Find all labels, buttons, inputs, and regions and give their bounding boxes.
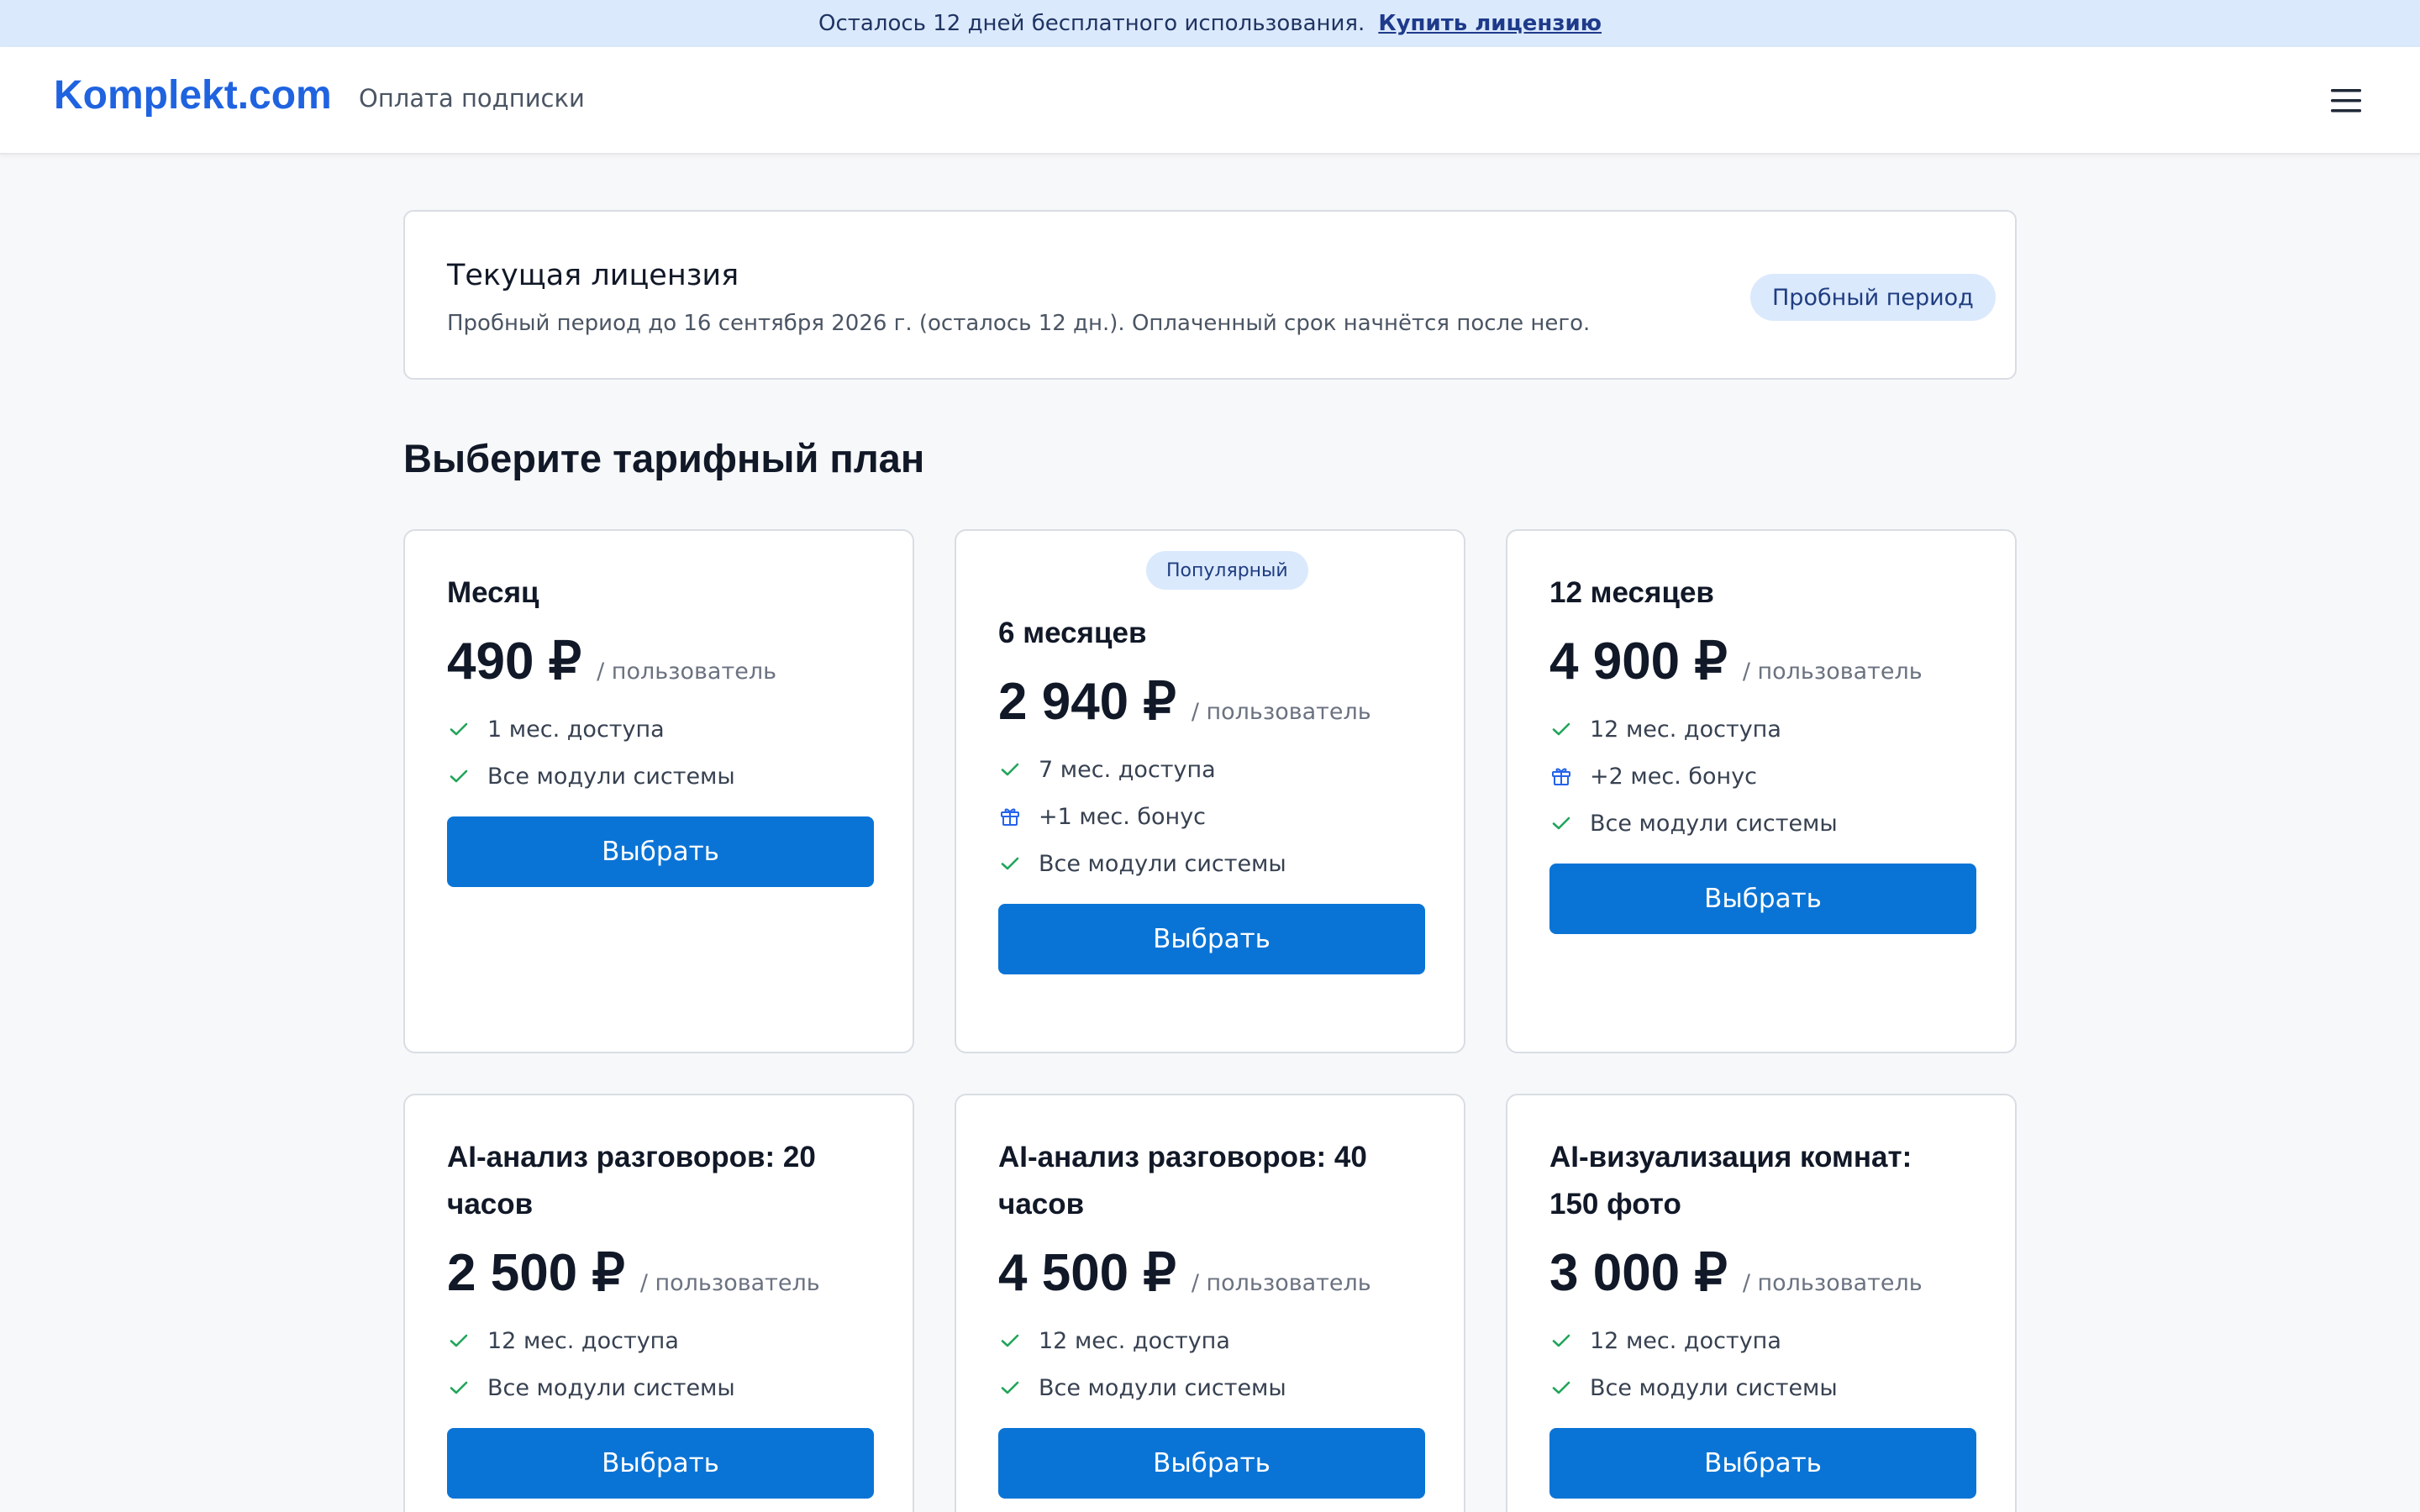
plan-price-unit: / пользователь: [639, 1270, 820, 1296]
feature-item: +2 мес. бонус: [1549, 753, 1973, 800]
license-title: Текущая лицензия: [447, 259, 739, 292]
check-icon: [998, 758, 1022, 781]
feature-item: 1 мес. доступа: [447, 706, 871, 753]
check-icon: [447, 1329, 471, 1352]
feature-item: 12 мес. доступа: [998, 1317, 1422, 1364]
plan-price: 2 500 ₽: [447, 1244, 625, 1302]
license-description: Пробный период до 16 сентября 2026 г. (о…: [447, 311, 1591, 336]
check-icon: [1549, 717, 1573, 741]
plan-features: 12 мес. доступа Все модули системы: [1549, 1317, 1973, 1411]
select-plan-ai-visualization-button[interactable]: Выбрать: [1549, 1428, 1976, 1499]
plan-features: 12 мес. доступа Все модули системы: [447, 1317, 871, 1411]
feature-item: 7 мес. доступа: [998, 746, 1422, 793]
plan-features: 1 мес. доступа Все модули системы: [447, 706, 871, 800]
plan-price-unit: / пользователь: [597, 659, 776, 685]
plan-price-unit: / пользователь: [1742, 1270, 1923, 1296]
trial-banner: Осталось 12 дней бесплатного использован…: [0, 0, 2420, 47]
feature-item: Все модули системы: [1549, 800, 1973, 847]
logo[interactable]: Komplekt.com: [54, 72, 332, 118]
check-icon: [998, 1376, 1022, 1399]
plan-card-6-months: Популярный 6 месяцев 2 940 ₽ / пользоват…: [955, 529, 1465, 1053]
feature-item: Все модули системы: [447, 1364, 871, 1411]
buy-license-link[interactable]: Купить лицензию: [1378, 11, 1602, 36]
select-plan-month-button[interactable]: Выбрать: [447, 816, 874, 887]
plan-name: 12 месяцев: [1549, 576, 1714, 609]
plan-price: 4 900 ₽: [1549, 633, 1728, 690]
feature-item: Все модули системы: [447, 753, 871, 800]
popular-badge: Популярный: [1146, 551, 1308, 590]
plan-name: AI-анализ разговоров: 20 часов: [447, 1141, 816, 1221]
trial-status-badge: Пробный период: [1750, 274, 1996, 321]
feature-item: 12 мес. доступа: [1549, 706, 1973, 753]
plan-price: 4 500 ₽: [998, 1244, 1176, 1302]
plan-features: 12 мес. доступа Все модули системы: [998, 1317, 1422, 1411]
hamburger-menu-icon[interactable]: [2326, 82, 2366, 119]
feature-item: +1 мес. бонус: [998, 793, 1422, 840]
plan-name: Месяц: [447, 576, 539, 609]
page-subtitle: Оплата подписки: [359, 84, 585, 113]
plan-card-month: Месяц 490 ₽ / пользователь 1 мес. доступ…: [403, 529, 914, 1053]
plan-price: 2 940 ₽: [998, 673, 1176, 731]
current-license-card: Текущая лицензия Пробный период до 16 се…: [403, 210, 2017, 380]
plan-name: AI-анализ разговоров: 40 часов: [998, 1141, 1367, 1221]
plan-features: 12 мес. доступа +2 мес. бонус Все модули…: [1549, 706, 1973, 847]
plan-name: 6 месяцев: [998, 617, 1147, 649]
header: Komplekt.com Оплата подписки: [0, 47, 2420, 155]
check-icon: [1549, 811, 1573, 835]
check-icon: [447, 1376, 471, 1399]
plan-card-12-months: 12 месяцев 4 900 ₽ / пользователь 12 мес…: [1506, 529, 2017, 1053]
gift-icon: [998, 805, 1022, 828]
feature-item: Все модули системы: [1549, 1364, 1973, 1411]
check-icon: [1549, 1329, 1573, 1352]
check-icon: [447, 764, 471, 788]
select-plan-ai-analysis-40-button[interactable]: Выбрать: [998, 1428, 1425, 1499]
plan-price-unit: / пользователь: [1191, 1270, 1371, 1296]
feature-item: Все модули системы: [998, 840, 1422, 887]
plan-card-ai-analysis-40: AI-анализ разговоров: 40 часов 4 500 ₽ /…: [955, 1094, 1465, 1512]
plans-section-title: Выберите тарифный план: [403, 436, 925, 480]
check-icon: [998, 1329, 1022, 1352]
plan-features: 7 мес. доступа +1 мес. бонус Все модули …: [998, 746, 1422, 887]
plan-price: 490 ₽: [447, 633, 582, 690]
select-plan-6-months-button[interactable]: Выбрать: [998, 904, 1425, 974]
plan-card-ai-visualization: AI-визуализация комнат: 150 фото 3 000 ₽…: [1506, 1094, 2017, 1512]
check-icon: [998, 852, 1022, 875]
plan-price: 3 000 ₽: [1549, 1244, 1728, 1302]
plan-name: AI-визуализация комнат: 150 фото: [1549, 1141, 1912, 1221]
plan-price-unit: / пользователь: [1191, 699, 1371, 725]
check-icon: [447, 717, 471, 741]
trial-banner-text: Осталось 12 дней бесплатного использован…: [818, 11, 1365, 36]
select-plan-12-months-button[interactable]: Выбрать: [1549, 864, 1976, 934]
plan-price-unit: / пользователь: [1742, 659, 1923, 685]
feature-item: Все модули системы: [998, 1364, 1422, 1411]
feature-item: 12 мес. доступа: [1549, 1317, 1973, 1364]
check-icon: [1549, 1376, 1573, 1399]
plan-card-ai-analysis-20: AI-анализ разговоров: 20 часов 2 500 ₽ /…: [403, 1094, 914, 1512]
feature-item: 12 мес. доступа: [447, 1317, 871, 1364]
gift-icon: [1549, 764, 1573, 788]
select-plan-ai-analysis-20-button[interactable]: Выбрать: [447, 1428, 874, 1499]
